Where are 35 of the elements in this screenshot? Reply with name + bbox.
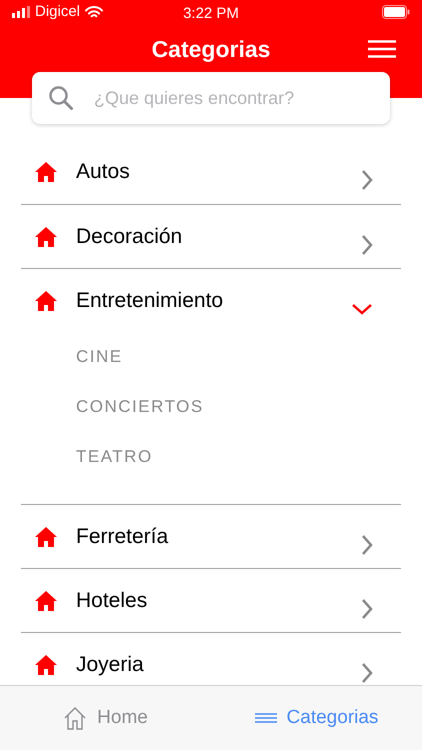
chevron-right-icon [361,234,373,256]
category-row[interactable]: Entretenimiento [21,268,401,332]
menu-icon[interactable] [368,40,396,58]
category-label: Decoración [76,224,184,250]
battery-icon [382,5,410,19]
chevron-right-icon [361,662,373,684]
category-row[interactable]: Autos [21,140,401,204]
wifi-icon [85,6,104,18]
house-icon [34,226,58,248]
category-label: Hoteles [76,588,148,614]
category-label: Entretenimiento [76,288,224,314]
page-title: Categorias [152,34,270,64]
search-field[interactable]: ¿Que quieres encontrar? [32,72,390,124]
category-row[interactable]: Ferretería [21,504,401,568]
search-input[interactable]: ¿Que quieres encontrar? [94,84,374,112]
category-row[interactable]: Decoración [21,204,401,268]
signal-icon [12,6,30,18]
menu-icon [254,713,277,724]
carrier-name: Digicel [35,2,80,22]
house-icon [63,706,88,730]
chevron-right-icon [361,169,373,191]
house-icon [34,590,58,612]
category-label: Autos [76,159,131,186]
house-icon [34,526,58,548]
status-time: 3:22 PM [183,4,239,24]
chevron-down-icon [351,302,373,314]
chevron-right-icon [361,598,373,620]
house-icon [34,290,58,312]
chevron-right-icon [361,534,373,556]
search-icon [48,85,74,111]
category-label: Ferretería [76,524,170,550]
house-icon [34,654,58,676]
category-row[interactable]: Hoteles [21,568,401,632]
house-icon [34,161,58,183]
category-label: Joyeria [76,652,145,678]
